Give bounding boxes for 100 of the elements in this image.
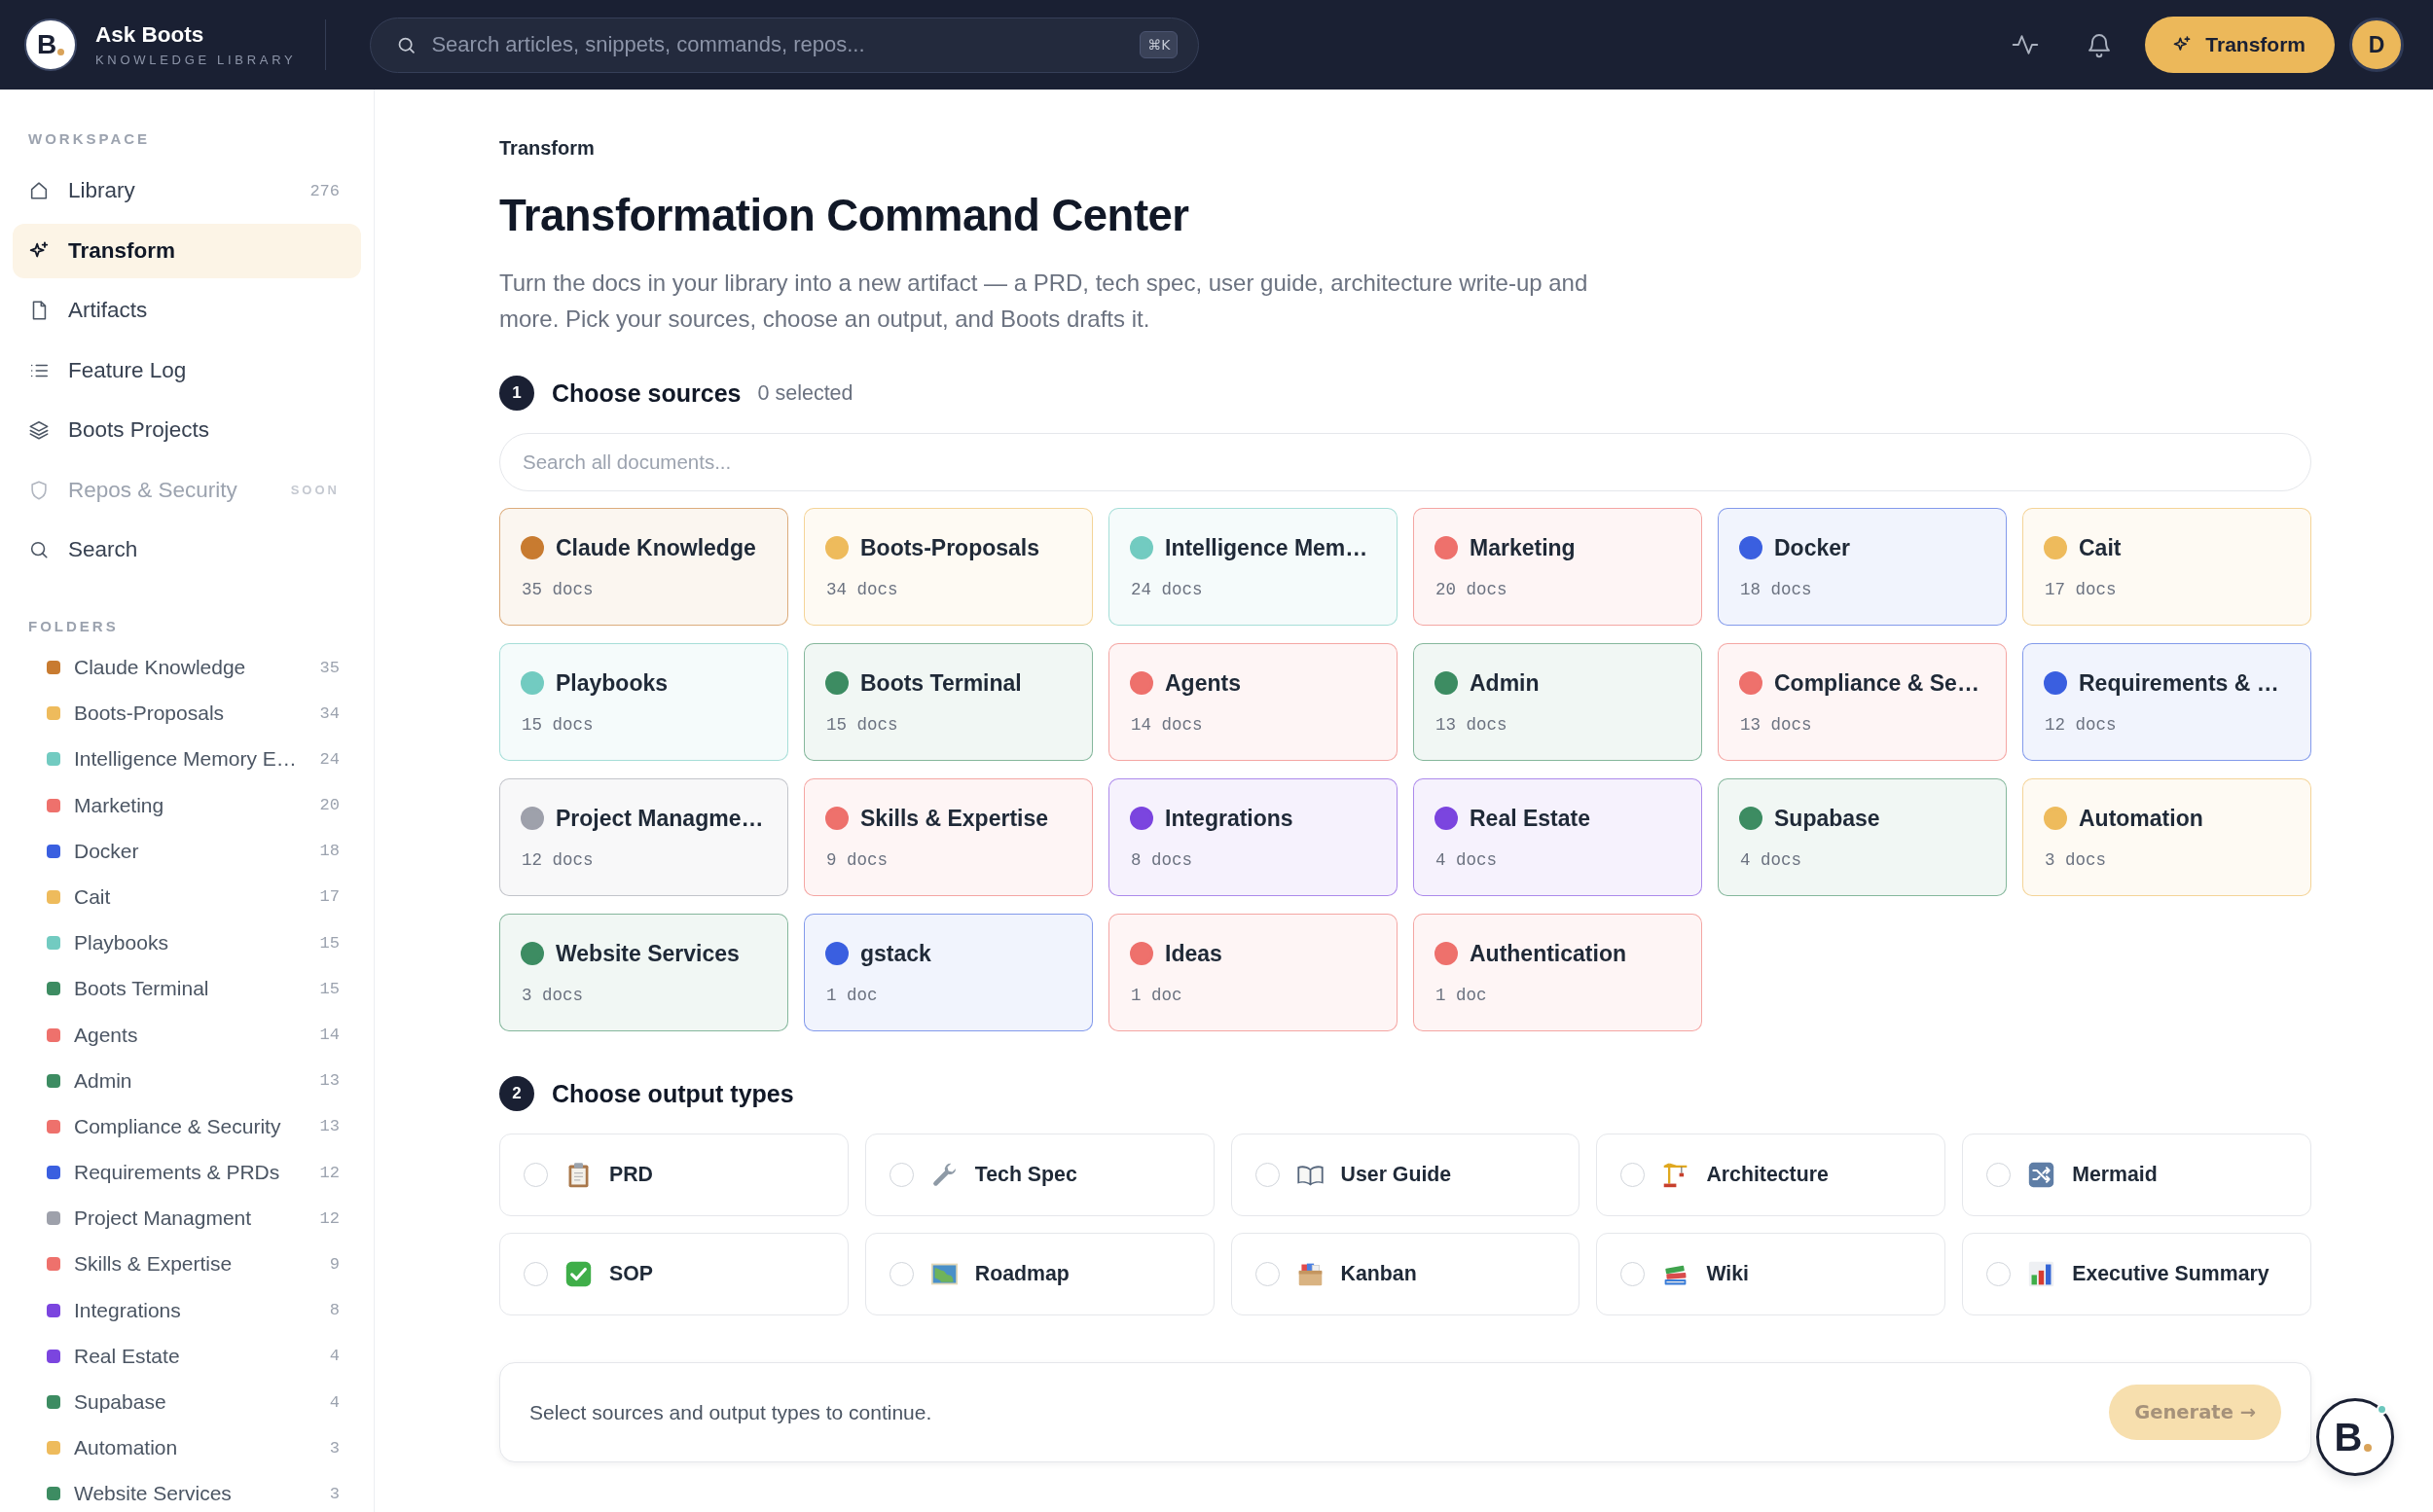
source-card[interactable]: Compliance & Se… 13 docs: [1718, 643, 2007, 761]
folder-item[interactable]: Website Services 3: [13, 1477, 361, 1511]
section-title: Choose output types: [552, 1079, 794, 1108]
output-option[interactable]: Architecture: [1596, 1134, 1946, 1216]
folder-item[interactable]: Boots Terminal 15: [13, 972, 361, 1006]
source-card[interactable]: Boots Terminal 15 docs: [804, 643, 1093, 761]
source-card[interactable]: Website Services 3 docs: [499, 914, 788, 1031]
folder-item[interactable]: Automation 3: [13, 1431, 361, 1465]
item-count: 12: [319, 1163, 340, 1182]
item-count: 18: [319, 842, 340, 861]
shortcut-key: ⌘K: [1140, 30, 1179, 58]
section-label: FOLDERS: [27, 617, 120, 636]
status-dot-icon: [2377, 1404, 2387, 1415]
source-card[interactable]: Marketing 20 docs: [1413, 508, 1702, 626]
section-label: WORKSPACE: [27, 129, 152, 149]
folder-item[interactable]: Intelligence Memory E… 24: [13, 742, 361, 776]
home-icon: [28, 180, 50, 201]
source-card[interactable]: Agents 14 docs: [1108, 643, 1398, 761]
item-count: 13: [319, 1071, 340, 1091]
output-option[interactable]: Roadmap: [864, 1233, 1215, 1315]
doc-count: 1 doc: [825, 986, 879, 1005]
output-option[interactable]: PRD: [499, 1134, 849, 1216]
breadcrumb: Transform: [499, 136, 596, 161]
step-number: 1: [499, 376, 534, 411]
source-card[interactable]: Cait 17 docs: [2022, 508, 2311, 626]
item-count: 35: [319, 658, 340, 677]
folder-item[interactable]: Skills & Expertise 9: [13, 1247, 361, 1281]
folder-item[interactable]: Marketing 20: [13, 788, 361, 822]
folder-item[interactable]: Cait 17: [13, 880, 361, 914]
source-card[interactable]: Supabase 4 docs: [1718, 778, 2007, 896]
doc-count: 18 docs: [1739, 580, 1813, 599]
doc-count: 12 docs: [2044, 715, 2118, 735]
source-card[interactable]: Ideas 1 doc: [1108, 914, 1398, 1031]
folder-item[interactable]: Supabase 4: [13, 1386, 361, 1419]
doc-count: 12 docs: [521, 850, 595, 870]
avatar[interactable]: D: [2349, 18, 2404, 72]
source-card[interactable]: Real Estate 4 docs: [1413, 778, 1702, 896]
bar-chart-icon: [2027, 1260, 2056, 1288]
folder-item[interactable]: Integrations 8: [13, 1293, 361, 1327]
item-count: 14: [319, 1026, 340, 1044]
folder-item[interactable]: Boots-Proposals 34: [13, 697, 361, 731]
nav-item[interactable]: Transform: [13, 223, 361, 278]
source-card[interactable]: Intelligence Mem… 24 docs: [1108, 508, 1398, 626]
item-count: 3: [329, 1438, 340, 1458]
source-card[interactable]: Project Managme… 12 docs: [499, 778, 788, 896]
item-count: 20: [319, 796, 340, 815]
output-option[interactable]: Tech Spec: [864, 1134, 1215, 1216]
source-card[interactable]: Claude Knowledge 35 docs: [499, 508, 788, 626]
doc-count: 13 docs: [1434, 715, 1508, 735]
item-count: 276: [309, 181, 340, 200]
selection-count: 0 selected: [757, 380, 853, 406]
item-count: 12: [319, 1208, 340, 1228]
doc-count: 15 docs: [521, 715, 595, 735]
nav-item[interactable]: Boots Projects: [13, 403, 361, 457]
output-option[interactable]: Kanban: [1230, 1233, 1580, 1315]
folder-item[interactable]: Real Estate 4: [13, 1339, 361, 1373]
item-count: 17: [319, 887, 340, 907]
doc-count: 1 doc: [1434, 986, 1488, 1005]
nav-item[interactable]: Search: [13, 522, 361, 577]
status-message: Select sources and output types to continue.: [529, 1400, 932, 1424]
source-card[interactable]: gstack 1 doc: [804, 914, 1093, 1031]
output-option[interactable]: Wiki: [1596, 1233, 1946, 1315]
output-option[interactable]: SOP: [499, 1233, 849, 1315]
folder-item[interactable]: Agents 14: [13, 1018, 361, 1052]
checkmark-icon: [564, 1260, 593, 1288]
folder-item[interactable]: Claude Knowledge 35: [13, 651, 361, 684]
nav-item[interactable]: Feature Log: [13, 342, 361, 398]
assistant-button[interactable]: B: [2316, 1398, 2394, 1476]
nav-item[interactable]: Artifacts: [13, 283, 361, 338]
folder-item[interactable]: Admin 13: [13, 1063, 361, 1098]
transform-button[interactable]: Transform: [2145, 17, 2335, 73]
doc-count: 9 docs: [825, 850, 889, 870]
doc-count: 1 doc: [1130, 986, 1183, 1005]
folder-item[interactable]: Project Managment 12: [13, 1202, 361, 1236]
source-card[interactable]: Docker 18 docs: [1718, 508, 2007, 626]
output-option[interactable]: Executive Summary: [1962, 1233, 2311, 1315]
layers-icon: [28, 419, 50, 441]
folder-item[interactable]: Docker 18: [13, 834, 361, 868]
source-card[interactable]: Admin 13 docs: [1413, 643, 1702, 761]
folder-item[interactable]: Compliance & Security 13: [13, 1109, 361, 1143]
folder-item[interactable]: Requirements & PRDs 12: [13, 1156, 361, 1190]
folder-item[interactable]: Playbooks 15: [13, 926, 361, 960]
source-card[interactable]: Automation 3 docs: [2022, 778, 2311, 896]
nav-item[interactable]: Library 276: [13, 163, 361, 218]
source-card[interactable]: Skills & Expertise 9 docs: [804, 778, 1093, 896]
source-card[interactable]: Integrations 8 docs: [1108, 778, 1398, 896]
item-count: 8: [329, 1301, 340, 1320]
source-card[interactable]: Requirements & … 12 docs: [2022, 643, 2311, 761]
page-title: Transformation Command Center: [499, 190, 1190, 242]
item-count: 34: [319, 703, 340, 723]
doc-count: 3 docs: [521, 986, 584, 1005]
dot-icon: [2364, 1444, 2373, 1452]
doc-count: 15 docs: [825, 715, 899, 735]
output-option[interactable]: User Guide: [1230, 1134, 1580, 1216]
source-card[interactable]: Playbooks 15 docs: [499, 643, 788, 761]
output-option[interactable]: Mermaid: [1962, 1134, 2311, 1216]
source-card[interactable]: Authentication 1 doc: [1413, 914, 1702, 1031]
doc-count: 13 docs: [1739, 715, 1813, 735]
soon-label: SOON: [290, 483, 340, 497]
source-card[interactable]: Boots-Proposals 34 docs: [804, 508, 1093, 626]
